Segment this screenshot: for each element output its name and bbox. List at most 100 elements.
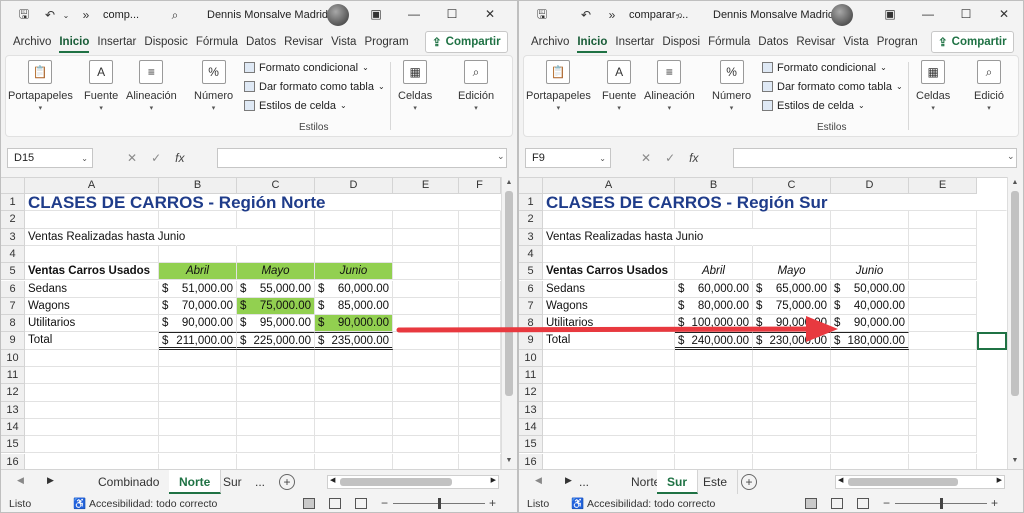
sheet-tab-2[interactable]: Sur [219, 470, 246, 494]
value-cell[interactable]: $60,000.00 [675, 280, 753, 298]
grid-cell[interactable] [393, 436, 459, 454]
h-scroll-thumb[interactable] [340, 478, 452, 486]
select-all-corner[interactable] [519, 178, 543, 194]
value-cell[interactable]: $85,000.00 [315, 297, 393, 316]
column-header-D[interactable]: D [831, 178, 909, 194]
share-button[interactable]: ⇪ Compartir [425, 31, 508, 53]
row-header-2[interactable]: 2 [1, 211, 25, 229]
grid-cell[interactable] [543, 418, 675, 437]
row-header-1[interactable]: 1 [519, 194, 543, 212]
grid-cell[interactable] [159, 418, 237, 437]
row-header-8[interactable]: 8 [1, 315, 25, 333]
grid-cell[interactable] [909, 436, 977, 454]
close-icon[interactable]: ✕ [471, 1, 509, 27]
ribbon-group-celdas[interactable]: ▦ Celdas ▾ [916, 56, 950, 112]
scroll-thumb[interactable] [1011, 191, 1019, 396]
sheet-tab-0[interactable]: Combinado [88, 470, 171, 494]
minimize-icon[interactable]: — [395, 1, 433, 27]
function-icon[interactable]: fx [175, 151, 184, 165]
grid-cell[interactable] [393, 332, 459, 350]
month-header[interactable]: Junio [315, 263, 393, 281]
ribbon-group-alineacion[interactable]: ≡ Alineación ▾ [126, 56, 177, 112]
value-cell[interactable]: $50,000.00 [831, 280, 909, 298]
grid-cell[interactable] [831, 367, 909, 385]
menu-tab-5[interactable]: Datos [754, 36, 792, 48]
row-header-6[interactable]: 6 [1, 280, 25, 298]
enter-icon[interactable]: ✓ [151, 151, 161, 165]
value-cell[interactable]: $95,000.00 [237, 315, 315, 333]
row-header-14[interactable]: 14 [1, 418, 25, 437]
grid-cell[interactable] [393, 401, 459, 419]
grid-cell[interactable] [237, 228, 315, 246]
grid-cell[interactable] [909, 280, 977, 298]
row-header-9[interactable]: 9 [519, 332, 543, 350]
grid-cell[interactable] [543, 211, 675, 229]
month-header[interactable]: Abril [675, 263, 753, 281]
menu-tab-3[interactable]: Disposic [140, 36, 191, 48]
grid-cell[interactable] [459, 280, 501, 298]
scroll-up-icon[interactable]: ▲ [502, 179, 516, 186]
grid-cell[interactable] [393, 384, 459, 402]
grid-cell[interactable] [909, 297, 977, 316]
avatar[interactable] [831, 4, 853, 26]
menu-tab-8[interactable]: Progran [873, 36, 922, 48]
formula-input[interactable] [217, 148, 507, 168]
grid-cell[interactable] [159, 436, 237, 454]
grid-cell[interactable] [315, 349, 393, 367]
ribbon-group-edicion[interactable]: ⌕ Edición ▾ [458, 56, 494, 112]
value-cell[interactable]: $240,000.00 [675, 332, 753, 350]
value-cell[interactable]: $100,000.00 [675, 315, 753, 333]
row-label[interactable]: Wagons [543, 297, 675, 316]
zoom-knob[interactable] [940, 498, 943, 509]
scroll-up-icon[interactable]: ▲ [1008, 179, 1022, 186]
grid-cell[interactable] [543, 436, 675, 454]
enter-icon[interactable]: ✓ [665, 151, 675, 165]
vertical-scrollbar[interactable]: ▲ ▼ [1007, 177, 1021, 469]
grid-cell[interactable] [675, 367, 753, 385]
grid-cell[interactable] [753, 245, 831, 264]
row-header-9[interactable]: 9 [1, 332, 25, 350]
prev-sheet-icon[interactable]: ◀ [17, 475, 24, 486]
accessibility-icon[interactable]: ♿ [571, 497, 584, 510]
grid-cell[interactable] [25, 436, 159, 454]
ribbon-display-icon[interactable]: ▣ [871, 1, 909, 27]
grid-cell[interactable] [459, 436, 501, 454]
menu-tab-4[interactable]: Fórmula [192, 36, 242, 48]
column-header-C[interactable]: C [237, 178, 315, 194]
grid-cell[interactable] [831, 349, 909, 367]
grid-cell[interactable] [909, 245, 977, 264]
ribbon-group-numero[interactable]: % Número ▾ [712, 56, 751, 112]
menu-tab-5[interactable]: Datos [242, 36, 280, 48]
grid-cell[interactable] [831, 418, 909, 437]
page-break-icon[interactable] [857, 498, 869, 509]
value-cell[interactable]: $80,000.00 [675, 297, 753, 316]
function-icon[interactable]: fx [689, 151, 698, 165]
name-box[interactable]: D15 ⌄ [7, 148, 93, 168]
grid-cell[interactable] [25, 211, 159, 229]
excel-save-icon[interactable]: 🖫 [531, 4, 553, 26]
sheet-tab-3[interactable]: Este [693, 470, 739, 494]
value-cell[interactable]: $180,000.00 [831, 332, 909, 350]
worksheet-grid[interactable]: A B C D E 1 2 3 4 5 6 7 8 9 10 11 12 13 14 15 16 CLASES DE CA… [519, 177, 1007, 471]
styles-estilos_celda[interactable]: Estilos de celda ⌄ [762, 96, 903, 115]
grid-cell[interactable] [459, 401, 501, 419]
expand-formula-icon[interactable]: ⌄ [497, 151, 505, 162]
grid-cell[interactable] [237, 418, 315, 437]
row-header-15[interactable]: 15 [519, 436, 543, 454]
month-header[interactable]: Abril [159, 263, 237, 281]
grid-cell[interactable] [753, 367, 831, 385]
grid-cell[interactable] [459, 263, 501, 281]
styles-dar_formato[interactable]: Dar formato como tabla ⌄ [244, 77, 385, 96]
menu-tab-7[interactable]: Vista [327, 36, 360, 48]
row-header-13[interactable]: 13 [1, 401, 25, 419]
grid-cell[interactable] [909, 263, 977, 281]
grid-cell[interactable] [315, 401, 393, 419]
grid-cell[interactable] [831, 228, 909, 246]
grid-cell[interactable] [909, 384, 977, 402]
maximize-icon[interactable]: ☐ [433, 1, 471, 27]
row-header-14[interactable]: 14 [519, 418, 543, 437]
grid-cell[interactable] [459, 384, 501, 402]
page-break-icon[interactable] [355, 498, 367, 509]
grid-cell[interactable] [459, 228, 501, 246]
grid-cell[interactable] [393, 349, 459, 367]
